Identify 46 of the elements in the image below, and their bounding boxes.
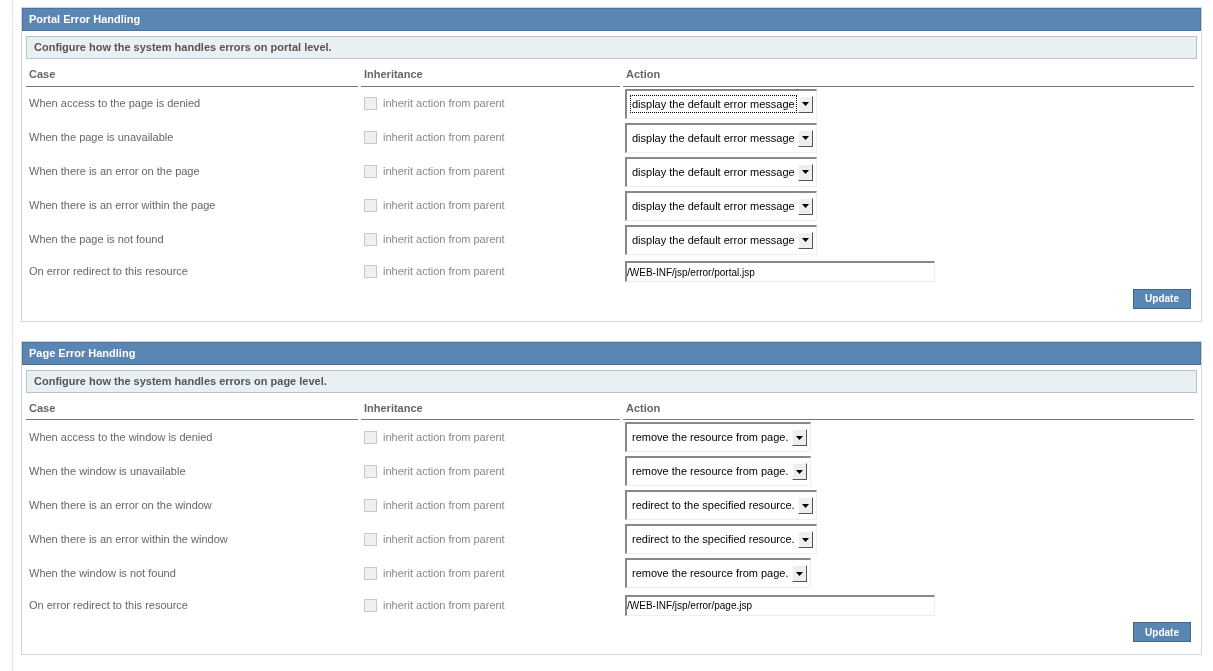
case-label: When there is an error within the window bbox=[28, 531, 229, 547]
checkbox-label: inherit action from parent bbox=[383, 429, 505, 445]
caret-icon bbox=[797, 197, 813, 215]
case-label: On error redirect to this resource bbox=[28, 264, 189, 280]
checkbox-label: inherit action from parent bbox=[383, 198, 505, 214]
checkbox-label: inherit action from parent bbox=[383, 497, 505, 513]
case-label: When access to the window is denied bbox=[28, 429, 214, 445]
checkbox-label: inherit action from parent bbox=[383, 463, 505, 479]
panel-header: Page Error Handling bbox=[22, 341, 1201, 365]
caret-icon bbox=[797, 95, 813, 113]
caret-icon bbox=[797, 129, 813, 147]
case-label: When the page is unavailable bbox=[28, 130, 175, 146]
checkbox-label: inherit action from parent bbox=[383, 96, 505, 112]
caret-icon bbox=[791, 565, 807, 582]
info-box: Configure how the system handles errors on page level. bbox=[26, 369, 1197, 393]
info-box: Configure how the system handles errors on portal level. bbox=[26, 36, 1197, 59]
checkbox-label: inherit action from parent bbox=[383, 130, 505, 146]
update-button[interactable]: Update bbox=[1133, 288, 1191, 309]
checkbox-label: inherit action from parent bbox=[383, 565, 505, 581]
caret-icon bbox=[797, 531, 813, 548]
case-label: When access to the page is denied bbox=[28, 96, 202, 112]
column-header: Inheritance bbox=[361, 399, 620, 420]
column-header: Action bbox=[623, 399, 1194, 420]
caret-icon bbox=[797, 163, 813, 181]
update-button[interactable]: Update bbox=[1133, 622, 1191, 642]
column-header: Inheritance bbox=[361, 66, 620, 87]
caret-icon bbox=[797, 497, 813, 514]
case-label: When there is an error on the window bbox=[28, 497, 213, 513]
column-header: Case bbox=[26, 399, 358, 420]
case-label: When the window is not found bbox=[28, 565, 177, 581]
checkbox-label: inherit action from parent bbox=[383, 164, 505, 180]
checkbox-label: inherit action from parent bbox=[383, 232, 505, 248]
column-header: Action bbox=[623, 66, 1194, 87]
checkbox-label: inherit action from parent bbox=[383, 264, 505, 280]
case-label: When the window is unavailable bbox=[28, 463, 187, 479]
case-label: When the page is not found bbox=[28, 232, 165, 248]
column-header: Case bbox=[26, 66, 358, 87]
checkbox-label: inherit action from parent bbox=[383, 597, 505, 613]
panel-header: Portal Error Handling bbox=[22, 8, 1201, 31]
case-label: When there is an error within the page bbox=[28, 198, 217, 214]
case-label: On error redirect to this resource bbox=[28, 597, 189, 613]
case-label: When there is an error on the page bbox=[28, 164, 201, 180]
checkbox-label: inherit action from parent bbox=[383, 531, 505, 547]
caret-icon bbox=[791, 463, 807, 480]
caret-icon bbox=[791, 429, 807, 446]
caret-icon bbox=[797, 231, 813, 249]
